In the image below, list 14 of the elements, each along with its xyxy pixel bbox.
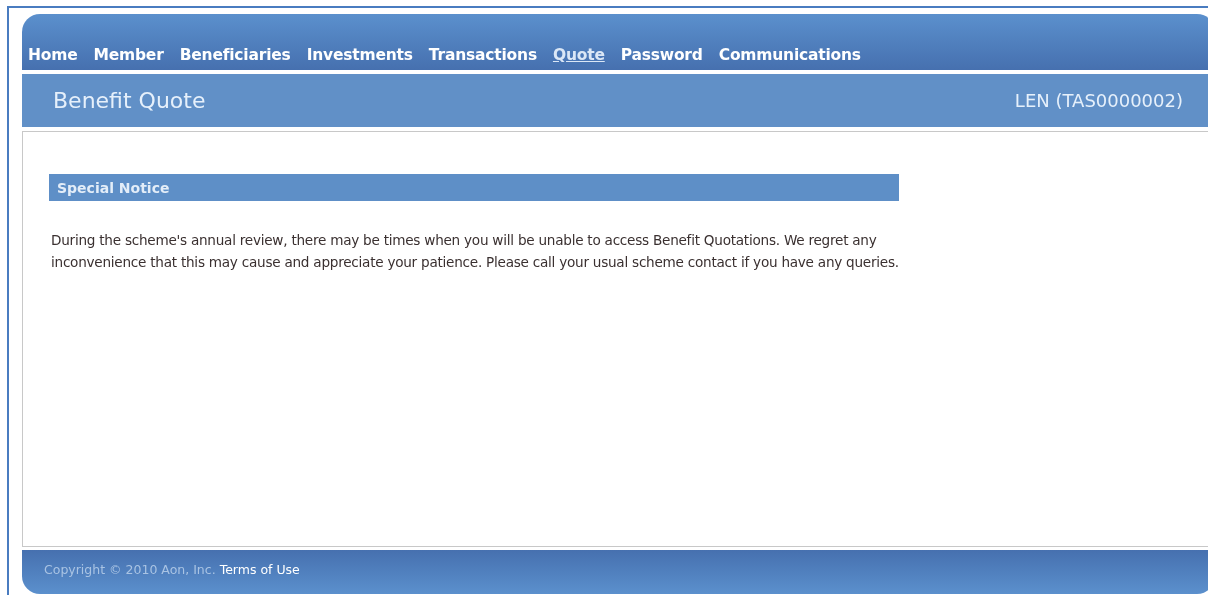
nav-link[interactable]: Communications [718, 46, 861, 64]
notice-text: During the scheme's annual review, there may be times when you will be unable to access Benefit Quotations. We regret any inconvenience that this may cause and appreciate your patience. Please call your usual scheme contact if you have any queries. [51, 231, 900, 272]
nav-link[interactable]: Beneficiaries [179, 46, 291, 64]
nav-link[interactable]: Transactions [428, 46, 537, 64]
member-name: LEN (TAS0000002) [1014, 90, 1183, 111]
nav-link[interactable]: Home [28, 46, 78, 64]
nav-link[interactable]: Password [620, 46, 703, 64]
copyright-text: Copyright © 2010 Aon, Inc. [44, 561, 216, 577]
page-title: Benefit Quote [53, 88, 206, 113]
nav-link[interactable]: Member [93, 46, 164, 64]
nav-link[interactable]: Investments [306, 46, 413, 64]
notice-heading: Special Notice [49, 174, 899, 201]
terms-link[interactable]: Terms of Use [219, 561, 300, 577]
nav-link[interactable]: Quote [552, 46, 605, 64]
